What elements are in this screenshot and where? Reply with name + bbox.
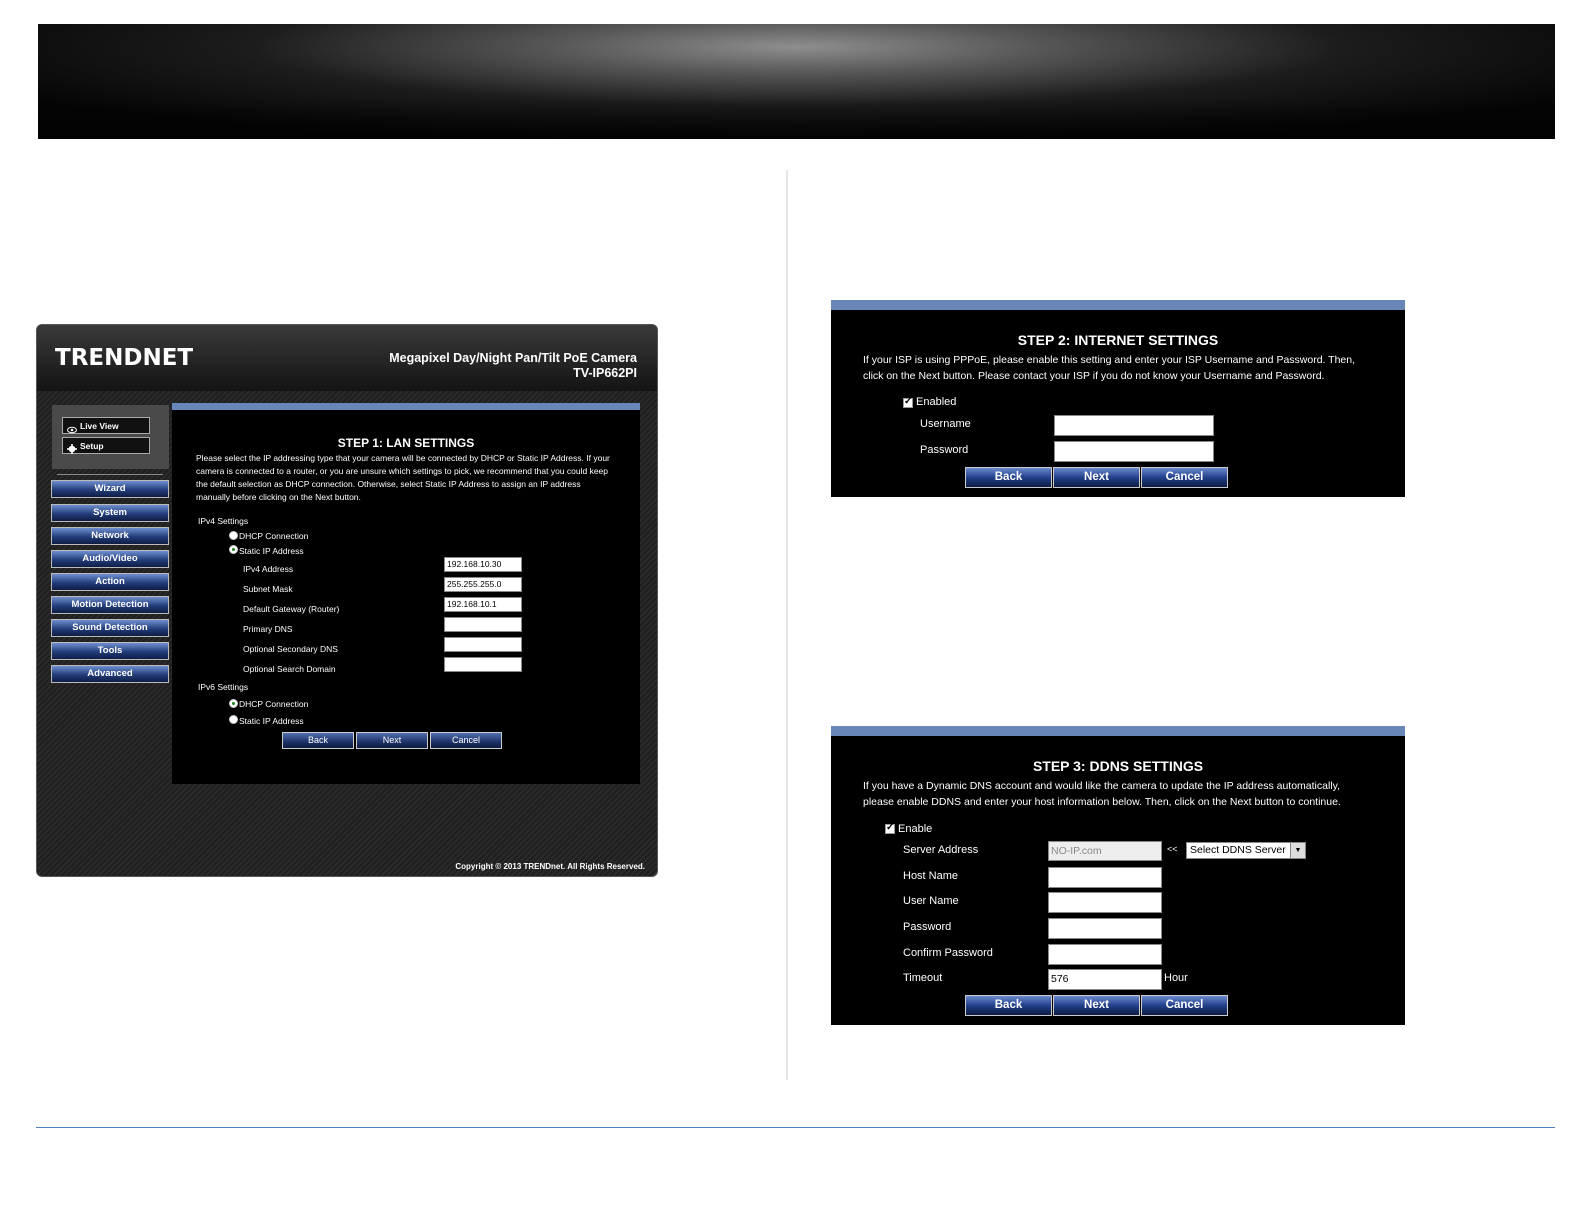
camera-model-name: Megapixel Day/Night Pan/Tilt PoE Camera: [389, 351, 637, 365]
ddns-server-select[interactable]: Select DDNS Server ▼: [1186, 842, 1306, 859]
username-label: Username: [920, 418, 971, 430]
setup-label: Setup: [80, 441, 104, 451]
server-address-label: Server Address: [903, 844, 979, 856]
ipv4-address-label: IPv4 Address: [243, 564, 294, 574]
step2-desc-line1: If your ISP is using PPPoE, please enabl…: [863, 354, 1356, 366]
step3-title: STEP 3: DDNS SETTINGS: [1032, 758, 1204, 774]
subnet-mask-input[interactable]: 255.255.255.0: [444, 577, 522, 592]
ipv6-static-label: Static IP Address: [239, 716, 304, 726]
username-input[interactable]: [1054, 415, 1214, 436]
lan-back-button[interactable]: Back: [282, 732, 354, 749]
nav-tools[interactable]: Tools: [51, 642, 169, 660]
chevron-down-icon: ▼: [1290, 843, 1305, 858]
ipv4-address-input[interactable]: 192.168.10.30: [444, 557, 522, 572]
nav-action[interactable]: Action: [51, 573, 169, 591]
primary-dns-input[interactable]: [444, 617, 522, 632]
gateway-label: Default Gateway (Router): [243, 604, 340, 614]
nav-motion-detection[interactable]: Motion Detection: [51, 596, 169, 614]
server-address-input[interactable]: NO-IP.com: [1048, 841, 1162, 861]
setup-button[interactable]: Setup: [62, 437, 150, 454]
trendnet-logo: TRENDNET: [55, 345, 194, 371]
column-divider: [786, 170, 788, 1080]
lan-settings-panel: STEP 1: LAN SETTINGS Please select the I…: [172, 403, 640, 784]
sidebar-divider: [57, 474, 163, 475]
timeout-unit: Hour: [1164, 972, 1188, 984]
ipv6-dhcp-radio[interactable]: [229, 699, 238, 708]
copyright-text: Copyright © 2013 TRENDnet. All Rights Re…: [455, 862, 645, 871]
lan-cancel-button[interactable]: Cancel: [430, 732, 502, 749]
step3-description: If you have a Dynamic DNS account and wo…: [863, 778, 1393, 810]
camera-header: TRENDNET Megapixel Day/Night Pan/Tilt Po…: [37, 325, 657, 391]
server-arrow: <<: [1167, 844, 1178, 854]
secondary-dns-label: Optional Secondary DNS: [243, 644, 338, 654]
ipv4-heading: IPv4 Settings: [198, 516, 249, 526]
step2-title: STEP 2: INTERNET SETTINGS: [1017, 332, 1219, 348]
primary-dns-label: Primary DNS: [243, 624, 293, 634]
subnet-mask-label: Subnet Mask: [243, 584, 293, 594]
ddns-password-label: Password: [903, 921, 952, 933]
step2-desc-line2: click on the Next button. Please contact…: [863, 370, 1325, 382]
enabled-label: Enabled: [916, 396, 957, 408]
ipv6-static-radio[interactable]: [229, 715, 238, 724]
nav-audio-video[interactable]: Audio/Video: [51, 550, 169, 568]
password-label: Password: [920, 444, 969, 456]
nav-wizard[interactable]: Wizard: [51, 480, 169, 498]
internet-settings-panel: STEP 2: INTERNET SETTINGS If your ISP is…: [831, 300, 1405, 497]
step3-desc-line1: If you have a Dynamic DNS account and wo…: [863, 780, 1341, 792]
footer-rule: [36, 1127, 1555, 1128]
enable-ddns-checkbox[interactable]: [885, 822, 895, 834]
host-name-label: Host Name: [903, 870, 959, 882]
header-banner: [38, 24, 1555, 139]
lan-step-title: STEP 1: LAN SETTINGS: [337, 436, 475, 450]
ipv4-static-label: Static IP Address: [239, 546, 304, 556]
gateway-input[interactable]: 192.168.10.1: [444, 597, 522, 612]
step3-desc-line2: please enable DDNS and enter your host i…: [863, 796, 1341, 808]
nav-system[interactable]: System: [51, 504, 169, 522]
ipv4-static-radio[interactable]: [229, 545, 238, 554]
search-domain-input[interactable]: [444, 657, 522, 672]
nav-advanced[interactable]: Advanced: [51, 665, 169, 683]
step3-back-button[interactable]: Back: [965, 995, 1052, 1016]
camera-title: Megapixel Day/Night Pan/Tilt PoE Camera …: [389, 351, 637, 381]
nav-sound-detection[interactable]: Sound Detection: [51, 619, 169, 637]
timeout-label: Timeout: [903, 972, 943, 984]
step2-description: If your ISP is using PPPoE, please enabl…: [863, 352, 1393, 384]
step2-back-button[interactable]: Back: [965, 467, 1052, 488]
user-name-label: User Name: [903, 895, 959, 907]
camera-model-number: TV-IP662PI: [573, 366, 637, 380]
host-name-input[interactable]: [1048, 867, 1162, 888]
eye-icon: [67, 423, 77, 434]
ipv4-dhcp-label: DHCP Connection: [239, 531, 309, 541]
gear-icon: [67, 443, 77, 454]
ddns-settings-panel: STEP 3: DDNS SETTINGS If you have a Dyna…: [831, 726, 1405, 1025]
live-view-label: Live View: [80, 421, 119, 431]
confirm-password-input[interactable]: [1048, 944, 1162, 965]
camera-ui-screenshot: TRENDNET Megapixel Day/Night Pan/Tilt Po…: [36, 324, 658, 877]
enable-ddns-label: Enable: [898, 823, 933, 835]
user-name-input[interactable]: [1048, 892, 1162, 913]
password-input[interactable]: [1054, 441, 1214, 462]
sidebar-top: Live View Setup: [52, 405, 169, 469]
lan-description: Please select the IP addressing type tha…: [196, 453, 610, 502]
ipv6-heading: IPv6 Settings: [198, 682, 249, 692]
live-view-button[interactable]: Live View: [62, 417, 150, 434]
lan-next-button[interactable]: Next: [356, 732, 428, 749]
ipv6-dhcp-label: DHCP Connection: [239, 699, 309, 709]
timeout-input[interactable]: 576: [1048, 969, 1162, 990]
confirm-password-label: Confirm Password: [903, 947, 993, 959]
step2-next-button[interactable]: Next: [1053, 467, 1140, 488]
ddns-password-input[interactable]: [1048, 918, 1162, 939]
ipv4-dhcp-radio[interactable]: [229, 531, 238, 540]
step2-cancel-button[interactable]: Cancel: [1141, 467, 1228, 488]
ddns-server-select-label: Select DDNS Server: [1190, 844, 1286, 856]
nav-network[interactable]: Network: [51, 527, 169, 545]
enabled-checkbox[interactable]: [903, 396, 913, 408]
step3-cancel-button[interactable]: Cancel: [1141, 995, 1228, 1016]
step3-next-button[interactable]: Next: [1053, 995, 1140, 1016]
secondary-dns-input[interactable]: [444, 637, 522, 652]
search-domain-label: Optional Search Domain: [243, 664, 336, 674]
